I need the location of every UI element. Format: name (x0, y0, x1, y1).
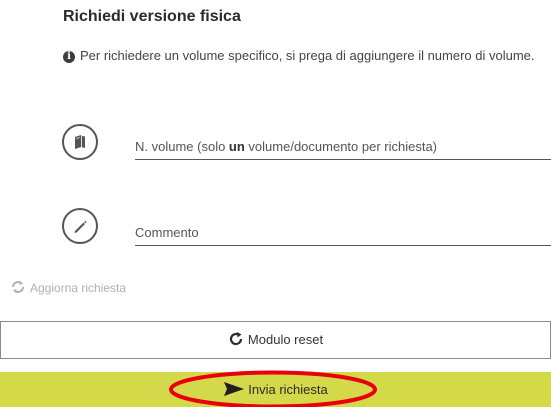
reset-form-label: Modulo reset (247, 332, 324, 347)
volume-placeholder-bold: un (228, 139, 245, 154)
send-request-button[interactable]: Invia richiesta (0, 372, 551, 407)
info-text: Per richiedere un volume specifico, si p… (80, 48, 535, 63)
comment-placeholder: Commento (135, 225, 199, 240)
form-title: Richiedi versione fisica (63, 8, 241, 25)
volume-number-field[interactable]: N. volume (solo un volume/documento per … (135, 135, 551, 160)
send-arrow-icon (224, 382, 245, 396)
info-circle-icon: i (63, 51, 75, 63)
book-icon (62, 124, 98, 160)
reset-form-button[interactable]: Modulo reset (0, 321, 551, 359)
info-message: i Per richiedere un volume specifico, si … (63, 46, 548, 65)
pencil-icon (62, 208, 98, 244)
physical-request-form: Richiedi versione fisica i Per richiedere… (0, 0, 551, 407)
send-request-label: Invia richiesta (248, 382, 328, 397)
update-request-label: Aggiorna richiesta (30, 281, 127, 295)
volume-placeholder-start: N. volume (solo (135, 139, 229, 154)
refresh-icon (12, 281, 24, 293)
update-request-link[interactable]: Aggiorna richiesta (10, 279, 126, 296)
reset-icon (229, 332, 243, 346)
volume-placeholder-end: volume/documento per richiesta) (244, 139, 438, 154)
comment-field[interactable]: Commento (135, 221, 551, 246)
